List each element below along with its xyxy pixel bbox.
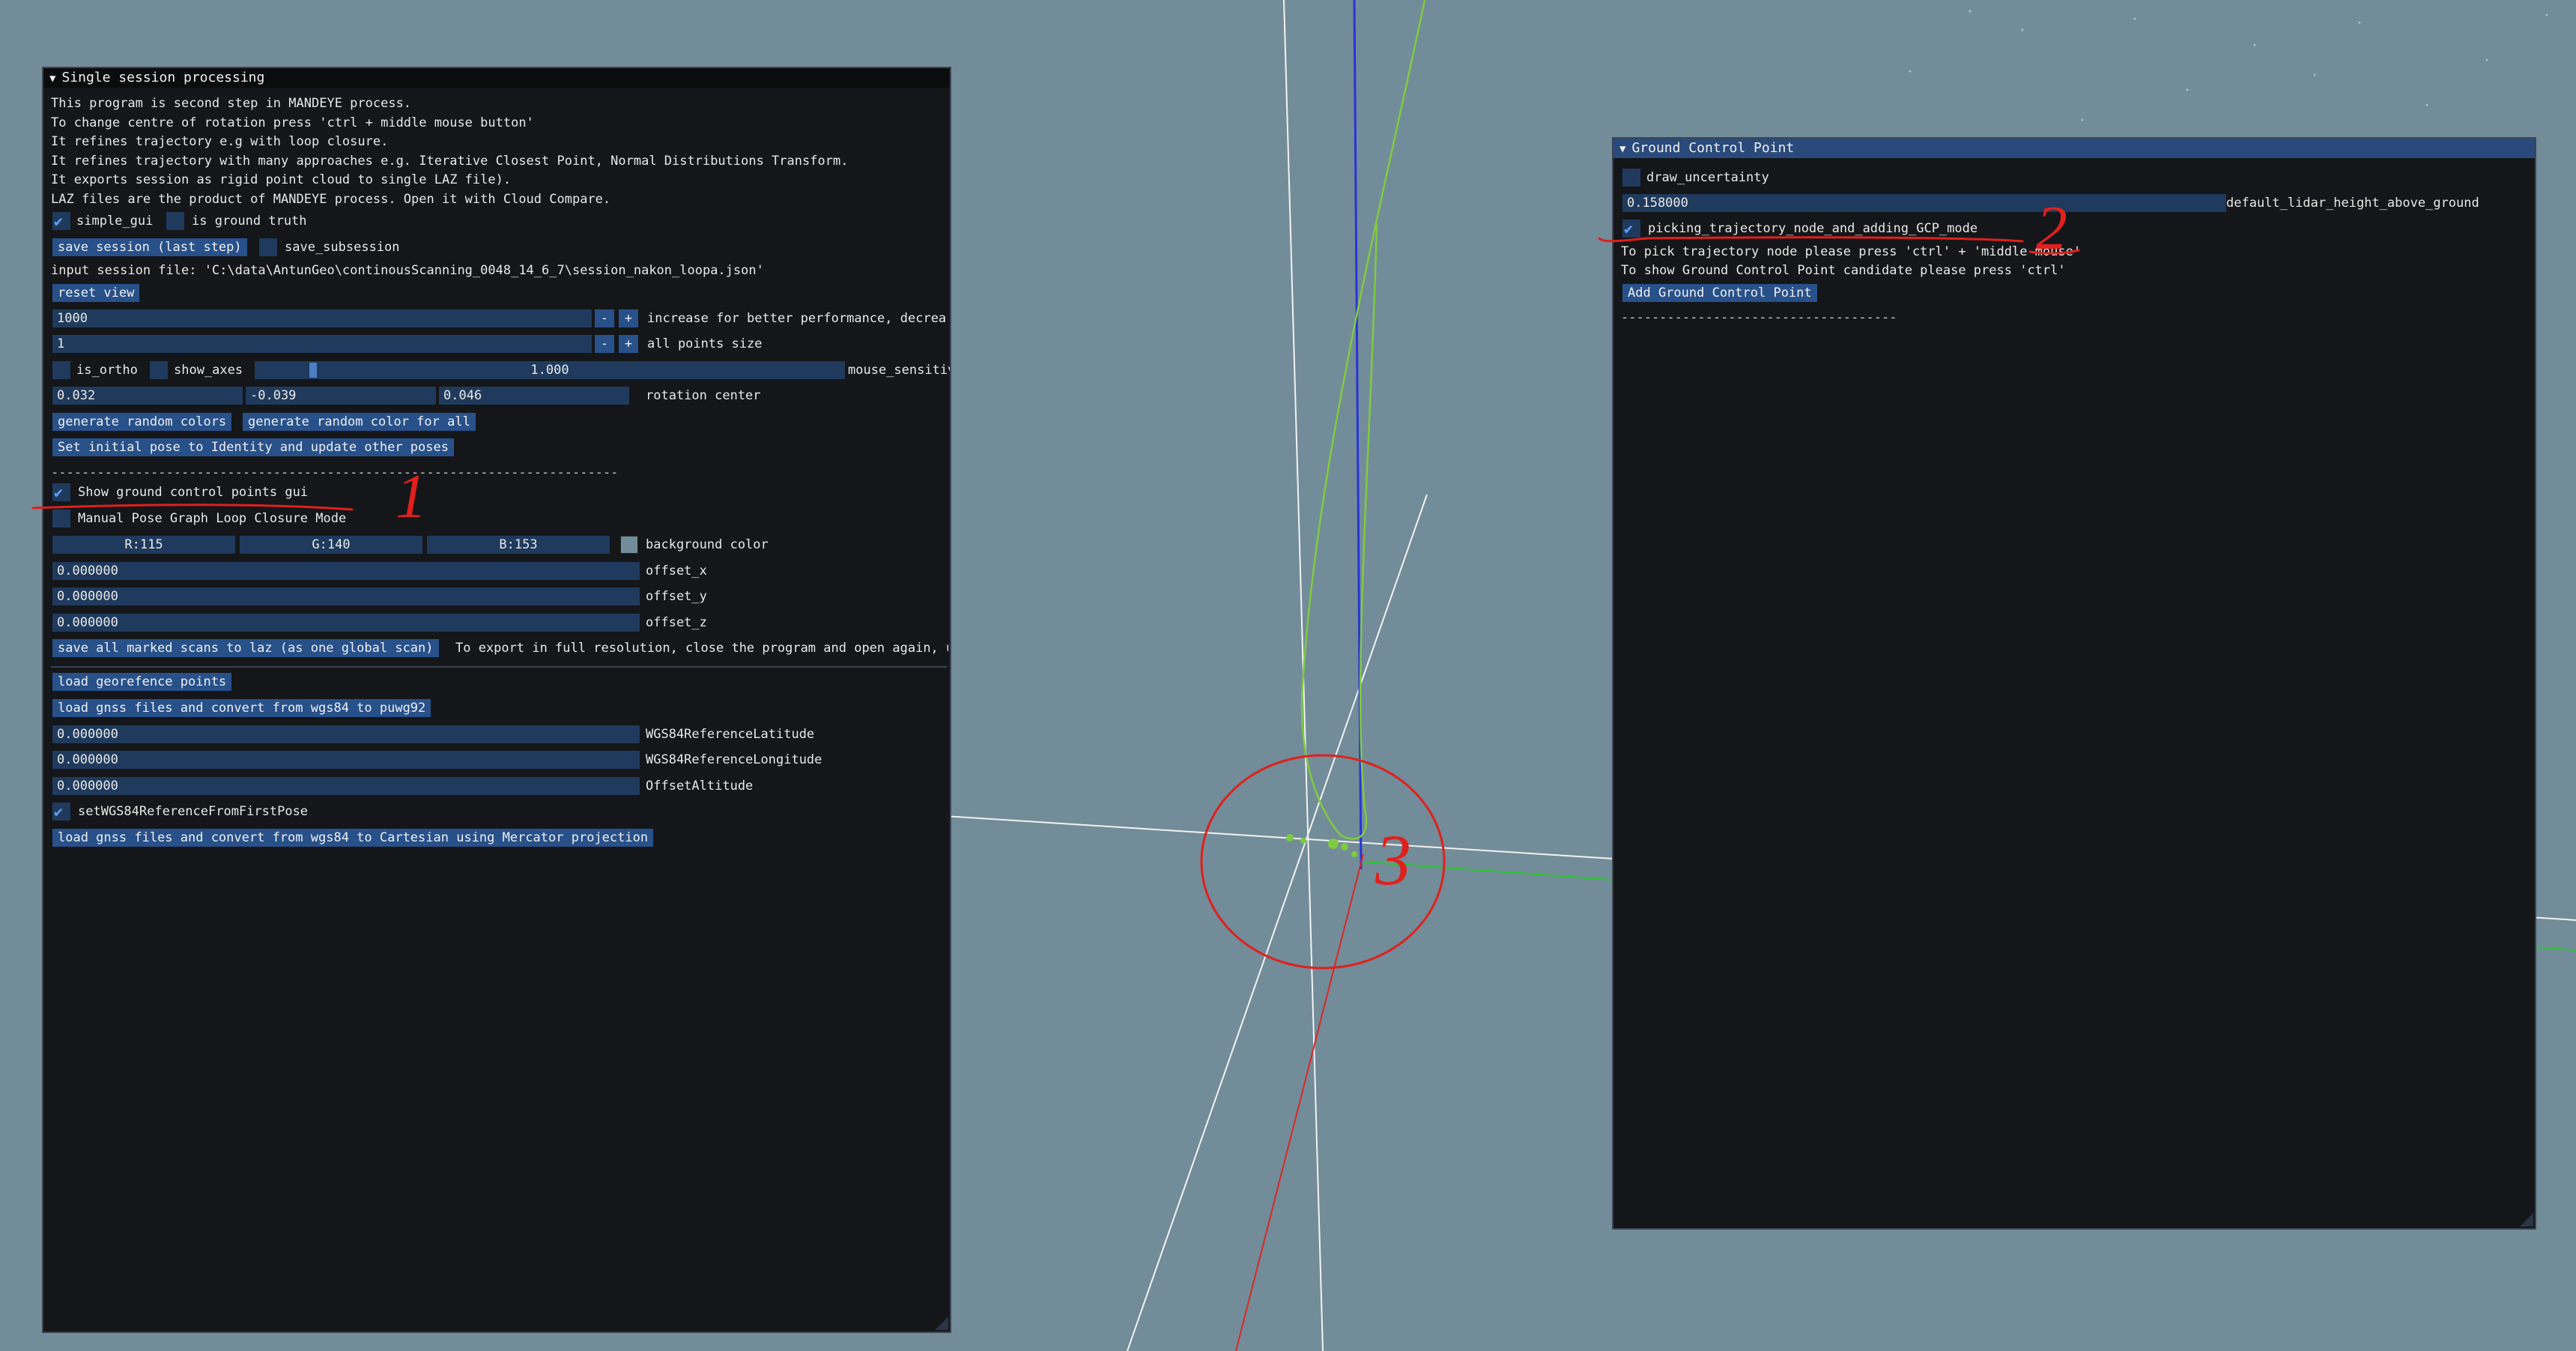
offset-altitude-label: OffsetAltitude: [646, 779, 754, 794]
axis-z-line-blue: [1353, 0, 1363, 870]
slider-grab-handle[interactable]: [309, 363, 317, 378]
bg-color-r-input[interactable]: R:115: [52, 536, 235, 554]
wgs84-latitude-input[interactable]: 0.000000: [52, 725, 640, 743]
window-titlebar[interactable]: ▼ Single session processing: [43, 68, 950, 88]
mouse-sensitivity-slider[interactable]: 1.000: [255, 361, 845, 379]
lidar-height-input[interactable]: 0.158000: [1622, 194, 2226, 212]
is-ortho-checkbox[interactable]: [52, 361, 70, 379]
offset-y-label: offset_y: [646, 589, 707, 604]
offset-altitude-input[interactable]: 0.000000: [52, 777, 640, 795]
trajectory-path: [1300, 0, 1426, 840]
window-title: Ground Control Point: [1631, 140, 1795, 156]
intro-line-6: LAZ files are the product of MANDEYE pro…: [51, 192, 611, 207]
show-axes-checkbox[interactable]: [150, 361, 168, 379]
separator-line: ------------------------------------: [1621, 310, 1897, 325]
points-size-plus-button[interactable]: +: [619, 335, 638, 353]
decimation-minus-button[interactable]: -: [595, 309, 614, 327]
window-resize-grip[interactable]: [2520, 1213, 2533, 1227]
add-gcp-button[interactable]: Add Ground Control Point: [1622, 284, 1817, 302]
set-wgs84-ref-label: setWGS84ReferenceFromFirstPose: [78, 804, 309, 819]
offset-y-input[interactable]: 0.000000: [52, 587, 640, 605]
manual-pose-graph-checkbox[interactable]: [52, 510, 70, 528]
rotation-center-x-input[interactable]: 0.032: [52, 387, 243, 405]
intro-line-5: It exports session as rigid point cloud …: [51, 172, 512, 187]
draw-uncertainty-checkbox[interactable]: [1622, 169, 1640, 187]
wgs84-latitude-label: WGS84ReferenceLatitude: [646, 727, 815, 742]
export-hint-text: To export in full resolution, close the …: [455, 641, 948, 656]
offset-x-input[interactable]: 0.000000: [52, 562, 640, 580]
save-session-button[interactable]: save session (last step): [52, 238, 247, 256]
set-initial-pose-button[interactable]: Set initial pose to Identity and update …: [52, 438, 454, 456]
rotation-center-label: rotation center: [646, 388, 761, 403]
background-color-label: background color: [646, 537, 769, 552]
decimation-input[interactable]: 1000: [52, 309, 592, 327]
wgs84-longitude-label: WGS84ReferenceLongitude: [646, 752, 822, 767]
axis-diagonal-line-white: [1127, 494, 1428, 1351]
triangle-down-icon[interactable]: ▼: [49, 69, 55, 88]
save-subsession-checkbox[interactable]: [259, 238, 277, 256]
separator-line: ----------------------------------------…: [51, 465, 619, 480]
hint-show-gcp: To show Ground Control Point candidate p…: [1621, 263, 2066, 278]
triangle-down-icon[interactable]: ▼: [1619, 139, 1625, 159]
background-color-swatch[interactable]: [620, 536, 638, 554]
bg-color-b-input[interactable]: B:153: [427, 536, 610, 554]
is-ground-truth-label: is ground truth: [192, 214, 307, 229]
hint-pick-node: To pick trajectory node please press 'ct…: [1621, 244, 2082, 259]
bg-color-g-input[interactable]: G:140: [240, 536, 422, 554]
manual-pose-graph-label: Manual Pose Graph Loop Closure Mode: [78, 511, 347, 526]
show-axes-label: show_axes: [174, 363, 243, 378]
points-size-label: all points size: [647, 336, 763, 351]
set-wgs84-ref-checkbox[interactable]: ✔: [52, 803, 70, 820]
window-titlebar[interactable]: ▼ Ground Control Point: [1613, 139, 2535, 158]
checkmark-icon: ✔: [54, 483, 64, 501]
picking-mode-label: picking_trajectory_node_and_adding_GCP_m…: [1648, 221, 1978, 236]
window-resize-grip[interactable]: [935, 1317, 948, 1330]
intro-line-2: To change centre of rotation press 'ctrl…: [51, 115, 534, 130]
offset-z-input[interactable]: 0.000000: [52, 614, 640, 632]
generate-random-colors-button[interactable]: generate random colors: [52, 413, 232, 431]
offset-z-label: offset_z: [646, 615, 707, 630]
intro-line-1: This program is second step in MANDEYE p…: [51, 96, 412, 111]
points-size-input[interactable]: 1: [52, 335, 592, 353]
points-size-minus-button[interactable]: -: [595, 335, 614, 353]
rotation-center-y-input[interactable]: -0.039: [246, 387, 436, 405]
draw-uncertainty-label: draw_uncertainty: [1646, 170, 1769, 185]
window-title: Single session processing: [61, 70, 265, 85]
save-subsession-label: save_subsession: [285, 240, 400, 255]
simple-gui-label: simple_gui: [76, 214, 154, 229]
checkmark-icon: ✔: [54, 212, 64, 230]
generate-random-color-all-button[interactable]: generate random color for all: [243, 413, 476, 431]
simple-gui-checkbox[interactable]: ✔: [52, 212, 70, 230]
mouse-sensitivity-label: mouse_sensitivity: [848, 363, 950, 378]
intro-line-3: It refines trajectory e.g with loop clos…: [51, 134, 389, 149]
wgs84-longitude-input[interactable]: 0.000000: [52, 751, 640, 769]
checkmark-icon: ✔: [54, 803, 64, 820]
axis-x-line-red: [1235, 853, 1364, 1351]
show-gcp-gui-label: Show ground control points gui: [78, 485, 309, 500]
decimation-label: increase for better performance, decreas…: [647, 311, 947, 326]
intro-line-4: It refines trajectory with many approach…: [51, 154, 849, 169]
checkmark-icon: ✔: [1624, 220, 1634, 238]
single-session-window[interactable]: ▼ Single session processing This program …: [42, 67, 951, 1333]
load-gnss-puwg92-button[interactable]: load gnss files and convert from wgs84 t…: [52, 699, 431, 717]
show-gcp-gui-checkbox[interactable]: ✔: [52, 483, 70, 501]
mouse-sensitivity-value: 1.000: [530, 363, 569, 378]
is-ground-truth-checkbox[interactable]: [166, 212, 184, 230]
ground-control-point-window[interactable]: ▼ Ground Control Point draw_uncertainty 0…: [1612, 137, 2536, 1230]
star-noise: [1909, 10, 2548, 121]
is-ortho-label: is_ortho: [76, 363, 138, 378]
load-gnss-mercator-button[interactable]: load gnss files and convert from wgs84 t…: [52, 829, 654, 847]
lidar-height-label: default_lidar_height_above_ground: [2226, 196, 2479, 211]
offset-x-label: offset_x: [646, 563, 707, 578]
load-georeference-button[interactable]: load georefence points: [52, 673, 232, 691]
input-session-file-text: input session file: 'C:\data\AntunGeo\co…: [51, 263, 764, 278]
save-marked-scans-button[interactable]: save all marked scans to laz (as one glo…: [52, 639, 439, 657]
divider: [51, 666, 947, 668]
rotation-center-z-input[interactable]: 0.046: [439, 387, 629, 405]
decimation-plus-button[interactable]: +: [619, 309, 638, 327]
picking-mode-checkbox[interactable]: ✔: [1622, 220, 1640, 238]
reset-view-button[interactable]: reset view: [52, 284, 140, 302]
